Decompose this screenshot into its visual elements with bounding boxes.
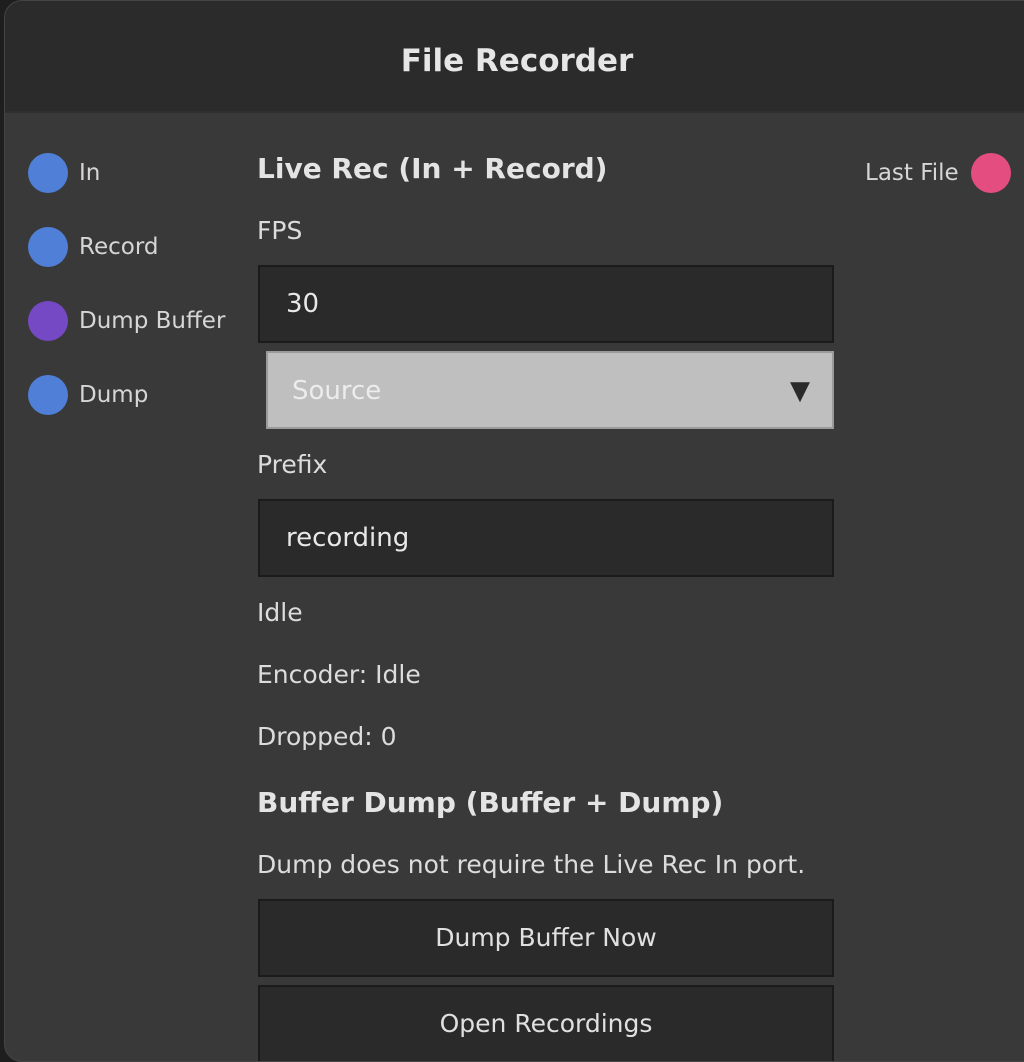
port-dot-dump[interactable]	[28, 375, 68, 415]
port-label-in: In	[79, 160, 101, 186]
buffer-dump-section-title: Buffer Dump (Buffer + Dump)	[257, 786, 724, 819]
input-port-in[interactable]: In	[28, 153, 100, 193]
source-select-value: Source	[292, 376, 382, 406]
port-label-record: Record	[79, 234, 159, 260]
port-label-dump: Dump	[79, 382, 149, 408]
prefix-input[interactable]	[258, 499, 834, 577]
output-port-last-file[interactable]: Last File	[865, 153, 1011, 193]
live-rec-section-title: Live Rec (In + Record)	[257, 152, 608, 185]
prefix-label: Prefix	[257, 450, 328, 479]
input-port-record[interactable]: Record	[28, 227, 158, 267]
input-port-dump[interactable]: Dump	[28, 375, 148, 415]
record-status: Idle	[257, 598, 303, 627]
file-recorder-node[interactable]: File Recorder In Record Dump Buffer Dump…	[4, 0, 1024, 1062]
fps-label: FPS	[257, 216, 303, 245]
input-port-dump-buffer[interactable]: Dump Buffer	[28, 301, 225, 341]
node-header[interactable]: File Recorder	[5, 1, 1024, 113]
caret-down-icon: ▼	[790, 376, 810, 406]
port-label-dump-buffer: Dump Buffer	[79, 308, 226, 334]
port-label-last-file: Last File	[865, 160, 959, 186]
port-dot-record[interactable]	[28, 227, 68, 267]
fps-input[interactable]	[258, 265, 834, 343]
port-dot-last-file[interactable]	[970, 153, 1011, 193]
port-dot-dump-buffer[interactable]	[28, 301, 68, 341]
buffer-dump-note: Dump does not require the Live Rec In po…	[257, 850, 806, 879]
node-title: File Recorder	[400, 43, 634, 79]
port-dot-in[interactable]	[28, 153, 68, 193]
encoder-status: Encoder: Idle	[257, 660, 421, 689]
source-select[interactable]: Source ▼	[266, 351, 834, 429]
dump-buffer-now-button[interactable]: Dump Buffer Now	[258, 899, 834, 977]
dropped-count: Dropped: 0	[257, 722, 397, 751]
